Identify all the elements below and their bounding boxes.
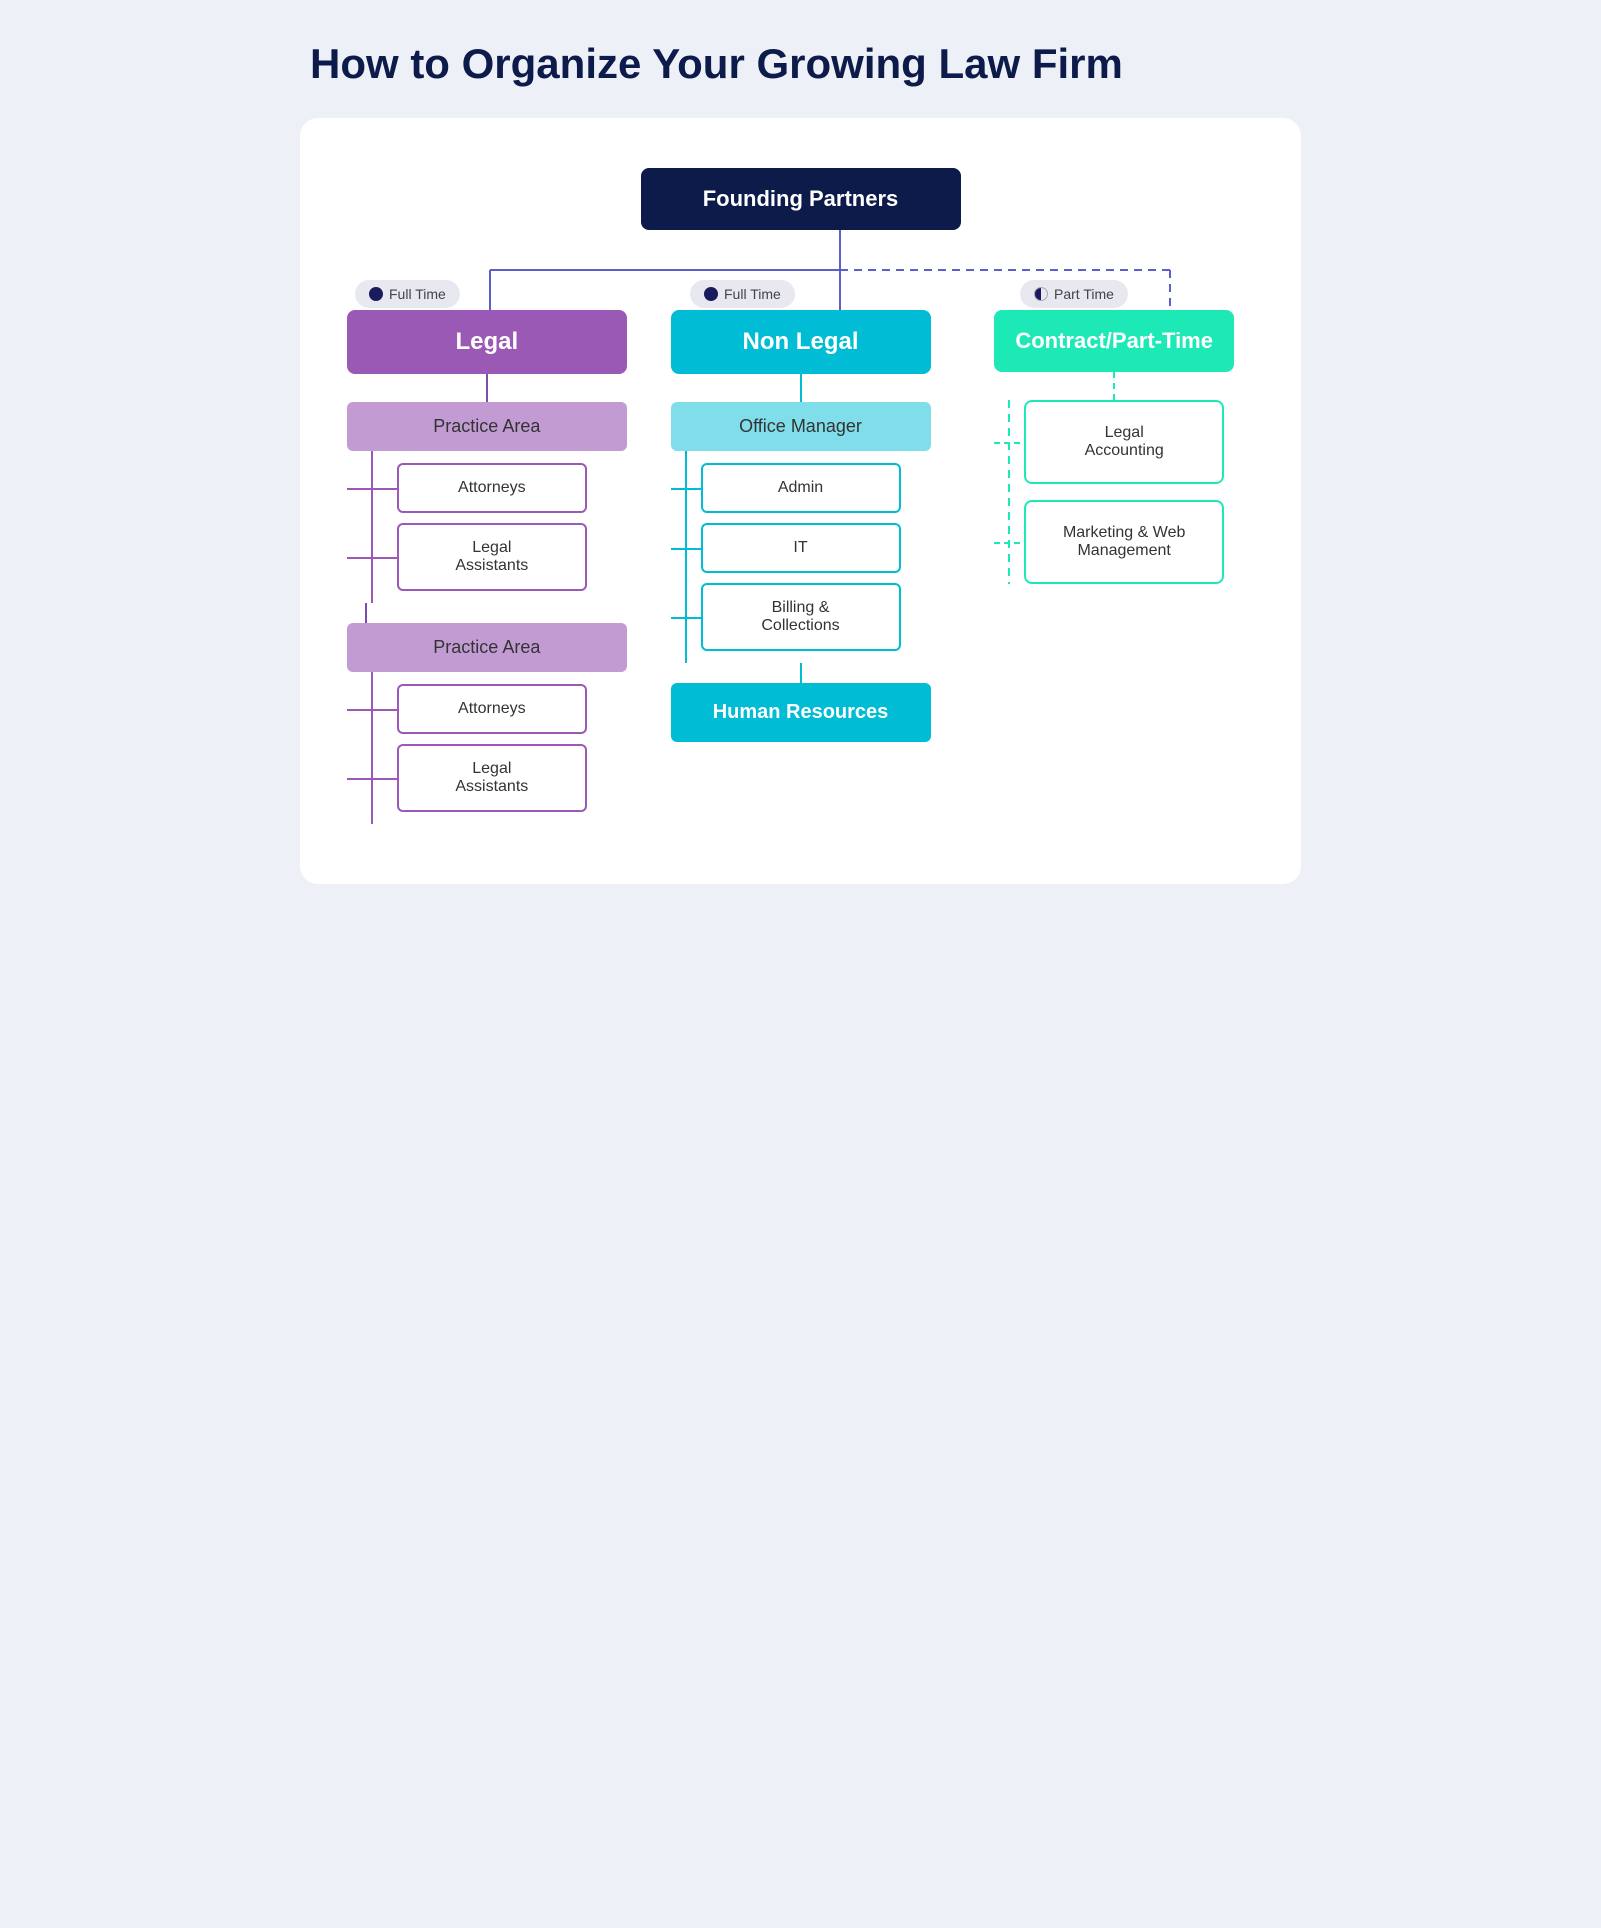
office-manager-box: Office Manager <box>671 402 931 451</box>
pa1-bracket-svg <box>347 451 397 603</box>
om-bracket-svg <box>671 451 701 663</box>
practice-area-2: Practice Area <box>347 623 627 672</box>
contract-v-connector <box>1113 372 1115 400</box>
legal-v-connector-2 <box>365 603 367 623</box>
full-time-dot-2 <box>704 287 718 301</box>
la2-hline <box>347 778 397 780</box>
legal-accounting-box: LegalAccounting <box>1024 400 1224 484</box>
contract-items: LegalAccounting Marketing & WebManagemen… <box>994 400 1234 584</box>
page-wrapper: How to Organize Your Growing Law Firm Fo… <box>300 40 1301 884</box>
marketing-box: Marketing & WebManagement <box>1024 500 1224 584</box>
chart-container: Founding Partners <box>300 118 1301 884</box>
attorneys-2-hline <box>347 709 397 711</box>
part-time-dot <box>1034 287 1048 301</box>
nonlegal-badge: Full Time <box>690 280 795 308</box>
legal-header: Legal <box>347 310 627 374</box>
billing-box: Billing &Collections <box>701 583 901 651</box>
billing-wrapper: Billing &Collections <box>701 583 931 651</box>
contract-badge: Part Time <box>1020 280 1128 308</box>
attorneys-1-wrapper: Attorneys <box>397 463 627 513</box>
la1-hline <box>347 557 397 559</box>
legal-assistants-2-wrapper: LegalAssistants <box>397 744 627 812</box>
attorneys-2-wrapper: Attorneys <box>397 684 627 734</box>
pa2-bracket-svg <box>347 672 397 824</box>
three-columns: Legal Practice Area <box>340 310 1261 824</box>
it-box: IT <box>701 523 901 573</box>
legal-assistants-1-wrapper: LegalAssistants <box>397 523 627 591</box>
legal-assistants-box-1: LegalAssistants <box>397 523 587 591</box>
nonlegal-v-connector-1 <box>800 374 802 402</box>
contract-header: Contract/Part-Time <box>994 310 1234 372</box>
attorneys-box-1: Attorneys <box>397 463 587 513</box>
founding-partners-box: Founding Partners <box>641 168 961 230</box>
admin-box: Admin <box>701 463 901 513</box>
non-legal-header: Non Legal <box>671 310 931 374</box>
legal-assistants-box-2: LegalAssistants <box>397 744 587 812</box>
pa2-children: Attorneys LegalAssistants <box>347 672 627 824</box>
contract-column: Contract/Part-Time <box>967 310 1261 584</box>
legal-column: Legal Practice Area <box>340 310 634 824</box>
legal-badge: Full Time <box>355 280 460 308</box>
full-time-dot-1 <box>369 287 383 301</box>
contract-bracket-svg <box>994 400 1024 584</box>
admin-wrapper: Admin <box>701 463 931 513</box>
om-children: Admin IT <box>671 451 931 663</box>
page-title: How to Organize Your Growing Law Firm <box>300 40 1301 88</box>
it-wrapper: IT <box>701 523 931 573</box>
pa1-children: Attorneys LegalAssistants <box>347 451 627 603</box>
attorneys-1-hline <box>347 488 397 490</box>
non-legal-column: Non Legal Office Manager <box>654 310 948 742</box>
practice-area-1: Practice Area <box>347 402 627 451</box>
hr-box: Human Resources <box>671 683 931 742</box>
om-items: Admin IT <box>671 451 931 663</box>
marketing-wrapper: Marketing & WebManagement <box>1024 500 1234 584</box>
org-chart: Founding Partners <box>340 168 1261 824</box>
nonlegal-v-connector-2 <box>800 663 802 683</box>
attorneys-box-2: Attorneys <box>397 684 587 734</box>
legal-v-connector-1 <box>486 374 488 402</box>
legal-accounting-wrapper: LegalAccounting <box>1024 400 1234 484</box>
